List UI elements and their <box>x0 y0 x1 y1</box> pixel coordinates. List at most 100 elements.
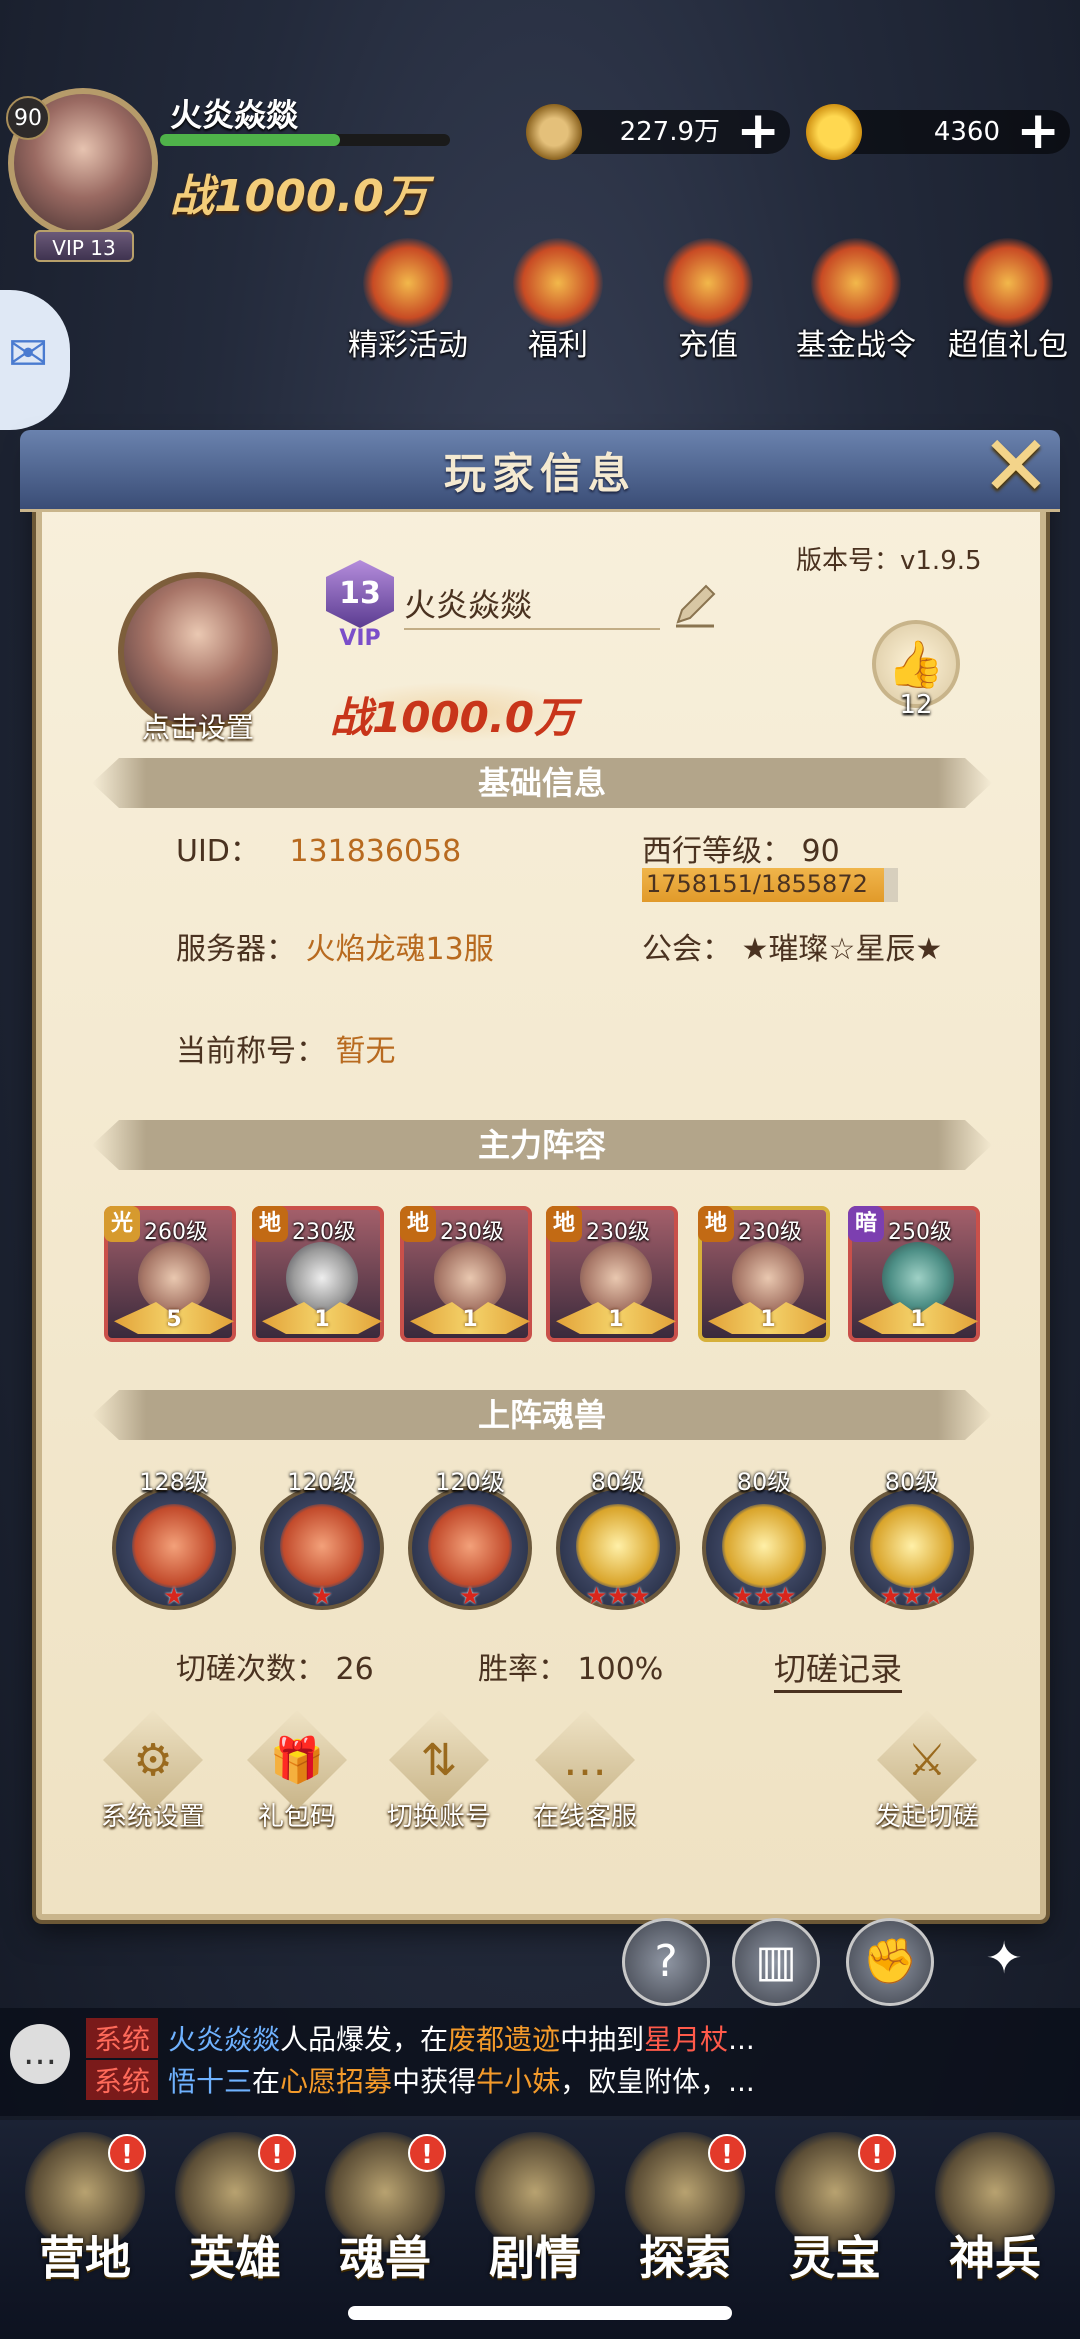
hero-element: 光 <box>104 1206 140 1242</box>
chat-place: 废都遗迹 <box>448 2023 561 2056</box>
title-value: 暂无 <box>335 1034 396 1069</box>
alert-badge: ! <box>858 2134 896 2172</box>
switch-arrows-icon: ⇅ <box>389 1710 489 1810</box>
uid-row: UID： 131836058 <box>176 826 461 870</box>
beast-icon <box>870 1504 954 1588</box>
beast-stars: ★★★ <box>879 1582 945 1610</box>
edit-name-icon[interactable] <box>670 580 720 630</box>
system-settings-button[interactable]: ⚙ 系统设置 <box>88 1710 218 1833</box>
hero-star-count: 1 <box>314 1307 330 1332</box>
recharge-icon <box>663 238 753 328</box>
hero-portrait <box>580 1242 652 1314</box>
uid-value: 131836058 <box>289 834 462 869</box>
nav-heroes[interactable]: 英雄! <box>160 2120 310 2320</box>
chat-item: 牛小妹 <box>476 2065 561 2098</box>
expand-button[interactable]: ✦ <box>966 1924 1042 2000</box>
nav-story[interactable]: 剧情 <box>460 2120 610 2320</box>
menu-recharge[interactable]: 充值 <box>648 238 768 364</box>
duel-count-label: 切磋次数： <box>176 1652 326 1687</box>
basic-info-title: 基础信息 <box>477 764 606 802</box>
nav-camp[interactable]: 营地! <box>10 2120 160 2320</box>
like-count: 12 <box>899 690 933 720</box>
coin-value: 227.9万 <box>619 117 720 147</box>
hero-portrait <box>138 1242 210 1314</box>
menu-fund[interactable]: 基金战令 <box>786 238 926 364</box>
hero-card[interactable]: 地 230级 1 <box>698 1206 830 1342</box>
nav-explore[interactable]: 探索! <box>610 2120 760 2320</box>
version-label: 版本号：v1.9.5 <box>796 546 982 576</box>
help-button[interactable]: ? <box>622 1918 710 2006</box>
chat-bubble-icon[interactable]: … <box>10 2024 70 2084</box>
level-value: 90 <box>801 834 840 869</box>
player-name: 火炎焱燚 <box>404 586 533 624</box>
chat-text: 人品爆发，在 <box>280 2023 449 2056</box>
close-button[interactable]: ✕ <box>978 417 1054 515</box>
hero-card[interactable]: 光 260级 5 <box>104 1206 236 1342</box>
level-row: 西行等级： 90 <box>642 826 840 870</box>
alert-badge: ! <box>258 2134 296 2172</box>
menu-welfare[interactable]: 福利 <box>498 238 618 364</box>
switch-account-button[interactable]: ⇅ 切换账号 <box>374 1710 504 1833</box>
player-name-top: 火炎焱燚 <box>170 96 299 134</box>
coin-icon <box>526 104 582 160</box>
avatar-set-label[interactable]: 点击设置 <box>118 706 278 746</box>
beasts-title: 上阵魂兽 <box>477 1396 606 1434</box>
fund-icon <box>811 238 901 328</box>
chat-line-1[interactable]: 系统 火炎焱燚人品爆发，在废都遗迹中抽到星月杖... <box>86 2018 755 2058</box>
duel-count-row: 切磋次数： 26 <box>176 1644 374 1688</box>
gift-code-button[interactable]: 🎁 礼包码 <box>232 1710 362 1833</box>
beast-level: 80级 <box>884 1468 940 1496</box>
exp-text: 1758151/1855872 <box>646 870 868 898</box>
guild-row: 公会： ★璀璨☆星辰★ <box>642 924 942 968</box>
duel-record-link[interactable]: 切磋记录 <box>774 1644 903 1693</box>
hero-portrait <box>286 1242 358 1314</box>
ranking-button[interactable]: ▥ <box>732 1918 820 2006</box>
gold-counter: 4360 + <box>806 104 1070 160</box>
online-support-button[interactable]: … 在线客服 <box>520 1710 650 1833</box>
chat-place: 心愿招募 <box>280 2065 393 2098</box>
chat-line-2[interactable]: 系统 悟十三在心愿招募中获得牛小妹，欧皇附体，... <box>86 2060 755 2100</box>
menu-events[interactable]: 精彩活动 <box>338 238 478 364</box>
beast-icon <box>280 1504 364 1588</box>
beast-level: 128级 <box>139 1468 209 1496</box>
title-label: 当前称号： <box>176 1034 326 1069</box>
shuriken-icon: ✦ <box>985 1933 1023 1984</box>
hero-portrait <box>882 1242 954 1314</box>
hero-card[interactable]: 地 230级 1 <box>400 1206 532 1342</box>
alert-badge: ! <box>408 2134 446 2172</box>
menu-gift-pack[interactable]: 超值礼包 <box>938 238 1078 364</box>
gear-icon: ⚙ <box>103 1710 203 1810</box>
vip-level: 13 <box>339 576 381 611</box>
hero-card[interactable]: 暗 250级 1 <box>848 1206 980 1342</box>
beast-level: 120级 <box>435 1468 505 1496</box>
hero-portrait <box>732 1242 804 1314</box>
hero-star-count: 1 <box>910 1307 926 1332</box>
add-gold-button[interactable]: + <box>1016 105 1060 157</box>
hero-level: 260级 <box>144 1220 208 1245</box>
home-indicator[interactable] <box>348 2306 732 2320</box>
coin-counter: 227.9万 + <box>526 104 790 160</box>
add-coin-button[interactable]: + <box>736 105 780 157</box>
hero-level: 230级 <box>292 1220 356 1245</box>
win-rate-value: 100% <box>577 1652 664 1687</box>
fist-button[interactable]: ✊ <box>846 1918 934 2006</box>
beast-level: 80级 <box>736 1468 792 1496</box>
chat-text: ... <box>728 2023 755 2056</box>
beast-icon <box>428 1504 512 1588</box>
chat-text: 在 <box>252 2065 281 2098</box>
gift-icon: 🎁 <box>247 1710 347 1810</box>
beast-stars: ★ <box>311 1582 333 1610</box>
system-tag: 系统 <box>86 2018 159 2058</box>
hero-card[interactable]: 地 230级 1 <box>546 1206 678 1342</box>
nav-treasure[interactable]: 灵宝! <box>760 2120 910 2320</box>
start-duel-button[interactable]: ⚔ 发起切磋 <box>862 1710 992 1833</box>
chat-text: 中获得 <box>392 2065 477 2098</box>
beast-stars: ★ <box>163 1582 185 1610</box>
side-chat-bubble[interactable]: ✉ <box>0 290 70 430</box>
beast-icon <box>576 1504 660 1588</box>
hero-card[interactable]: 地 230级 1 <box>252 1206 384 1342</box>
chat-icon: ✉ <box>8 326 49 382</box>
nav-beasts[interactable]: 魂兽! <box>310 2120 460 2320</box>
beast-icon <box>722 1504 806 1588</box>
nav-weapons[interactable]: 神兵 <box>920 2120 1070 2320</box>
